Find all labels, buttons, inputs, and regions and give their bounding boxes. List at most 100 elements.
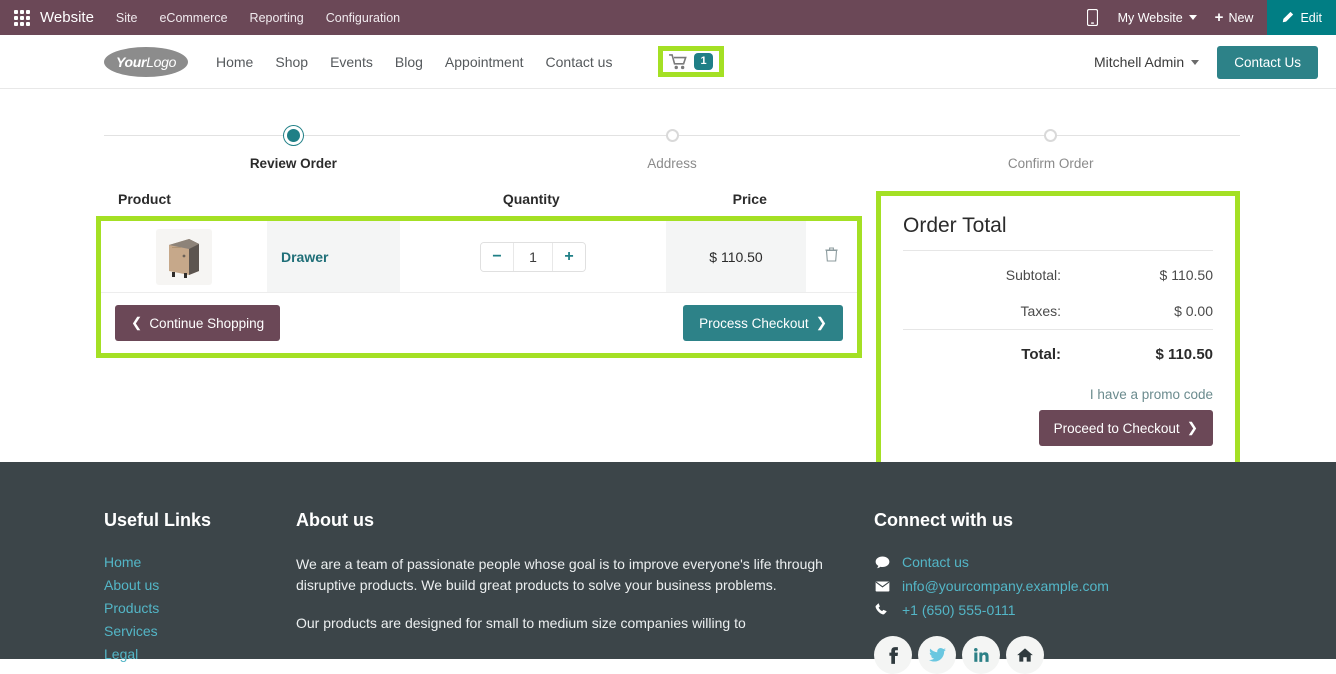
- phone-icon: [874, 603, 890, 617]
- website-header: Your Logo Home Shop Events Blog Appointme…: [0, 35, 1336, 89]
- nav-item-shop[interactable]: Shop: [275, 54, 308, 70]
- quantity-increase-button[interactable]: +: [553, 242, 585, 271]
- facebook-icon[interactable]: [874, 636, 912, 674]
- footer-connect-with-us: Connect with us Contact us info@yourcomp…: [874, 510, 1234, 674]
- envelope-icon: [874, 580, 890, 592]
- backend-menu: Site eCommerce Reporting Configuration: [116, 11, 400, 25]
- footer-link-home[interactable]: Home: [104, 554, 296, 570]
- nav-item-events[interactable]: Events: [330, 54, 373, 70]
- taxes-value: $ 0.00: [1174, 303, 1213, 319]
- table-row: Drawer − + $ 110.50: [101, 221, 857, 293]
- footer-link-products[interactable]: Products: [104, 600, 296, 616]
- contact-us-button[interactable]: Contact Us: [1217, 45, 1318, 79]
- logo-text-your: Your: [115, 53, 147, 70]
- site-logo[interactable]: Your Logo: [104, 46, 188, 77]
- wizard-step-confirm-order[interactable]: Confirm Order: [861, 119, 1240, 171]
- footer-email-row: info@yourcompany.example.com: [874, 578, 1234, 594]
- footer-connect-title: Connect with us: [874, 510, 1013, 530]
- chevron-down-icon: [1191, 59, 1200, 65]
- promo-code-link[interactable]: I have a promo code: [903, 373, 1213, 410]
- wizard-step-address[interactable]: Address: [483, 119, 862, 171]
- chevron-down-icon: [1188, 15, 1197, 20]
- edit-button[interactable]: Edit: [1267, 0, 1336, 35]
- backend-top-bar: Website Site eCommerce Reporting Configu…: [0, 0, 1336, 35]
- chat-bubble-icon: [874, 556, 890, 569]
- footer-about-us: About us We are a team of passionate peo…: [296, 510, 874, 674]
- footer-link-about-us[interactable]: About us: [104, 577, 296, 593]
- site-footer: Useful Links Home About us Products Serv…: [0, 462, 1336, 674]
- quantity-cell: − +: [400, 221, 666, 292]
- edit-button-label: Edit: [1300, 10, 1322, 25]
- pencil-icon: [1283, 11, 1294, 23]
- twitter-icon[interactable]: [918, 636, 956, 674]
- divider: [903, 329, 1213, 330]
- footer-about-us-title: About us: [296, 510, 374, 530]
- wizard-dot-active: [286, 129, 300, 142]
- cart-button[interactable]: 1: [658, 46, 724, 77]
- taxes-label: Taxes:: [1020, 303, 1061, 319]
- price-cell: $ 110.50: [666, 221, 806, 292]
- checkout-wizard: Review Order Address Confirm Order: [104, 119, 1240, 177]
- divider: [903, 250, 1213, 251]
- user-menu[interactable]: Mitchell Admin: [1094, 54, 1200, 70]
- continue-shopping-label: Continue Shopping: [149, 315, 265, 331]
- product-name-cell: Drawer: [267, 221, 400, 292]
- new-button[interactable]: + New: [1215, 10, 1254, 25]
- footer-contact-us-link[interactable]: Contact us: [902, 554, 969, 570]
- footer-link-services[interactable]: Services: [104, 623, 296, 639]
- footer-phone-link[interactable]: +1 (650) 555-0111: [902, 602, 1016, 618]
- cart-count-badge: 1: [694, 53, 713, 70]
- subtotal-value: $ 110.50: [1159, 267, 1213, 283]
- backend-menu-configuration[interactable]: Configuration: [326, 11, 400, 25]
- backend-menu-ecommerce[interactable]: eCommerce: [159, 11, 227, 25]
- linkedin-icon[interactable]: [962, 636, 1000, 674]
- website-selector[interactable]: My Website: [1118, 11, 1197, 25]
- quantity-stepper: − +: [480, 241, 586, 272]
- order-total-column: Order Total Subtotal: $ 110.50 Taxes: $ …: [876, 191, 1240, 473]
- trash-icon[interactable]: [825, 246, 838, 267]
- header-right-area: Mitchell Admin Contact Us: [1094, 35, 1318, 89]
- drawer-product-image[interactable]: [156, 228, 212, 285]
- continue-shopping-button[interactable]: ❮ Continue Shopping: [115, 305, 281, 341]
- footer-about-paragraph-1: We are a team of passionate people whose…: [296, 556, 823, 593]
- total-label: Total:: [1021, 346, 1061, 363]
- footer-link-legal[interactable]: Legal: [104, 646, 296, 662]
- quantity-input[interactable]: [514, 242, 552, 271]
- wizard-step-review-order[interactable]: Review Order: [104, 119, 483, 171]
- wizard-label-confirm-order: Confirm Order: [1007, 156, 1094, 171]
- mobile-preview-icon[interactable]: [1086, 9, 1098, 26]
- nav-item-appointment[interactable]: Appointment: [445, 54, 524, 70]
- proceed-to-checkout-button[interactable]: Proceed to Checkout ❯: [1038, 410, 1213, 446]
- backend-menu-reporting[interactable]: Reporting: [250, 11, 304, 25]
- proceed-to-checkout-label: Proceed to Checkout: [1053, 420, 1180, 436]
- cart-table-headers: Product Quantity Price: [96, 191, 862, 216]
- wizard-dot: [1044, 129, 1058, 142]
- subtotal-label: Subtotal:: [1005, 267, 1061, 283]
- nav-item-contact-us[interactable]: Contact us: [546, 54, 613, 70]
- delete-cell: [806, 221, 857, 292]
- nav-item-blog[interactable]: Blog: [395, 54, 423, 70]
- backend-right-controls: My Website + New Edit: [1086, 0, 1336, 35]
- process-checkout-label: Process Checkout: [699, 315, 809, 331]
- chevron-left-icon: ❮: [131, 315, 143, 330]
- backend-menu-site[interactable]: Site: [116, 11, 138, 25]
- order-total-row-subtotal: Subtotal: $ 110.50: [903, 257, 1213, 293]
- quantity-decrease-button[interactable]: −: [481, 242, 513, 271]
- nav-item-home[interactable]: Home: [216, 54, 253, 70]
- column-header-product: Product: [118, 191, 171, 207]
- column-header-quantity: Quantity: [502, 191, 560, 207]
- site-nav: Home Shop Events Blog Appointment Contac…: [216, 54, 612, 70]
- product-link-drawer[interactable]: Drawer: [281, 249, 328, 265]
- apps-grid-icon[interactable]: [14, 9, 30, 26]
- footer-useful-links: Useful Links Home About us Products Serv…: [104, 510, 296, 674]
- chevron-right-icon: ❯: [815, 315, 827, 330]
- column-header-price: Price: [732, 191, 767, 207]
- home-icon[interactable]: [1006, 636, 1044, 674]
- process-checkout-button[interactable]: Process Checkout ❯: [683, 305, 843, 341]
- footer-social-icons: [874, 636, 1234, 674]
- backend-app-title[interactable]: Website: [40, 9, 94, 26]
- website-selector-label: My Website: [1117, 10, 1183, 25]
- chevron-right-icon: ❯: [1186, 420, 1198, 435]
- footer-email-link[interactable]: info@yourcompany.example.com: [902, 578, 1109, 594]
- footer-phone-row: +1 (650) 555-0111: [874, 602, 1234, 618]
